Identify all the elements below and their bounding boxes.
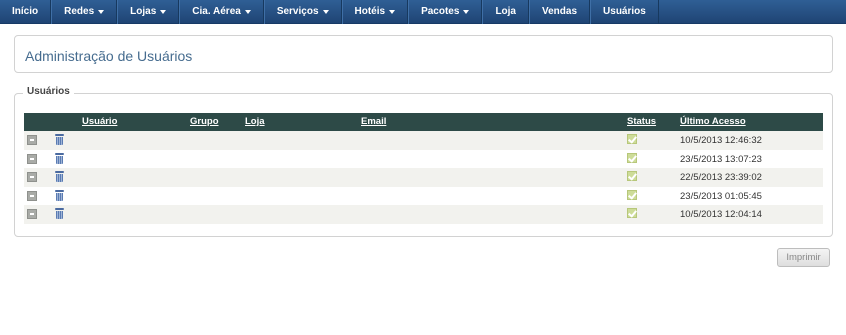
status-check-icon [627, 208, 637, 218]
nav-item-loja[interactable]: Loja [482, 0, 529, 24]
table-row: 10/5/2013 12:04:14 [24, 205, 823, 224]
caret-down-icon [463, 10, 470, 14]
page-title: Administração de Usuários [25, 48, 193, 64]
nav-item-label: Início [12, 6, 39, 17]
edit-icon[interactable] [27, 153, 37, 164]
caret-down-icon [160, 10, 167, 14]
nav-item-inicio[interactable]: Início [0, 0, 52, 24]
nav-item-hoteis[interactable]: Hotéis [341, 0, 409, 24]
nav-item-redes[interactable]: Redes [51, 0, 118, 24]
edit-icon[interactable] [27, 172, 37, 182]
caret-down-icon [389, 10, 396, 14]
trash-icon[interactable] [55, 171, 64, 182]
users-table: Usuário Grupo Loja Email Status Último A… [24, 113, 823, 224]
status-check-icon [627, 134, 637, 144]
users-fieldset: Usuários Usuário Grupo Loja Email Status… [14, 86, 833, 237]
trash-icon[interactable] [55, 208, 64, 219]
caret-down-icon [244, 10, 251, 14]
nav-item-label: Pacotes [421, 6, 460, 17]
last-access-cell: 23/5/2013 01:05:45 [680, 190, 762, 202]
nav-item-servicos[interactable]: Serviços [263, 0, 342, 24]
edit-icon[interactable] [27, 209, 37, 219]
last-access-cell: 22/5/2013 23:39:02 [680, 172, 762, 183]
status-check-icon [627, 152, 637, 163]
nav-item-lojas[interactable]: Lojas [117, 0, 180, 24]
top-navigation: Início Redes Lojas Cia. Aérea Serviços H… [0, 0, 846, 24]
users-legend: Usuários [23, 86, 74, 97]
trash-icon[interactable] [55, 189, 64, 201]
status-check-icon [627, 171, 637, 181]
table-body: 10/5/2013 12:46:32 23/5/2013 13:07:23 22… [24, 131, 823, 224]
nav-item-cia-aerea[interactable]: Cia. Aérea [179, 0, 264, 24]
last-access-cell: 10/5/2013 12:46:32 [680, 135, 762, 146]
nav-item-label: Redes [64, 6, 95, 17]
nav-item-vendas[interactable]: Vendas [529, 0, 591, 24]
trash-icon[interactable] [55, 152, 64, 164]
table-row: 10/5/2013 12:46:32 [24, 131, 823, 150]
column-header-usuario[interactable]: Usuário [82, 116, 117, 127]
table-row: 23/5/2013 01:05:45 [24, 186, 823, 205]
nav-item-label: Cia. Aérea [192, 6, 241, 17]
page-header-box: Administração de Usuários [14, 35, 833, 73]
nav-item-label: Serviços [276, 6, 319, 17]
trash-icon[interactable] [55, 134, 64, 145]
nav-item-label: Loja [495, 6, 516, 17]
edit-icon[interactable] [27, 135, 37, 145]
caret-down-icon [98, 10, 105, 14]
nav-item-label: Usuários [603, 6, 646, 17]
nav-item-label: Hotéis [354, 6, 386, 17]
column-header-status[interactable]: Status [627, 116, 656, 127]
column-header-email[interactable]: Email [361, 116, 386, 127]
column-header-ultimo-acesso[interactable]: Último Acesso [680, 116, 746, 127]
status-check-icon [627, 189, 637, 200]
nav-item-label: Lojas [130, 6, 157, 17]
table-row: 23/5/2013 13:07:23 [24, 149, 823, 168]
last-access-cell: 23/5/2013 13:07:23 [680, 153, 762, 165]
edit-icon[interactable] [27, 190, 37, 201]
table-row: 22/5/2013 23:39:02 [24, 168, 823, 187]
last-access-cell: 10/5/2013 12:04:14 [680, 209, 762, 220]
table-header: Usuário Grupo Loja Email Status Último A… [24, 113, 823, 131]
print-button[interactable]: Imprimir [777, 248, 830, 267]
column-header-loja[interactable]: Loja [245, 116, 265, 127]
nav-item-usuarios[interactable]: Usuários [590, 0, 659, 24]
nav-item-pacotes[interactable]: Pacotes [408, 0, 483, 24]
column-header-grupo[interactable]: Grupo [190, 116, 219, 127]
caret-down-icon [322, 10, 329, 14]
nav-item-label: Vendas [542, 6, 578, 17]
